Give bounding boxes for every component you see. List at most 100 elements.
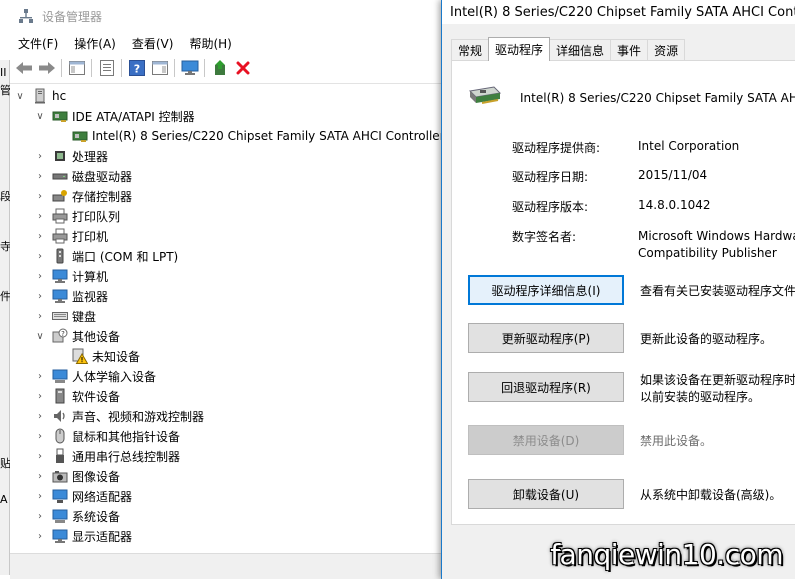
chevron-right-icon[interactable]: › bbox=[34, 506, 46, 526]
title-bar: 设备管理器 bbox=[10, 0, 445, 32]
chevron-right-icon[interactable]: › bbox=[34, 286, 46, 306]
tree-category-label: 监视器 bbox=[72, 289, 109, 304]
tree-category[interactable]: › 处理器 bbox=[34, 146, 108, 166]
help-icon[interactable]: ? bbox=[125, 57, 148, 79]
tree-category[interactable]: › 人体学输入设备 bbox=[34, 366, 156, 386]
show-hide-console-tree-icon[interactable] bbox=[65, 57, 88, 79]
chevron-right-icon[interactable]: › bbox=[34, 206, 46, 226]
menu-help[interactable]: 帮助(H) bbox=[181, 35, 239, 52]
tree-category[interactable]: › 磁盘驱动器 bbox=[34, 166, 132, 186]
disk-drive-icon bbox=[52, 168, 68, 184]
tab-resources[interactable]: 资源 bbox=[647, 39, 686, 61]
update-driver-icon[interactable] bbox=[208, 57, 231, 79]
update-driver-button[interactable]: 更新驱动程序(P) bbox=[468, 323, 624, 353]
field-value: Intel Corporation bbox=[638, 139, 740, 153]
tree-root[interactable]: ∨ hc bbox=[14, 86, 66, 106]
tree-category[interactable]: ∨ IDE ATA/ATAPI 控制器 bbox=[34, 106, 194, 126]
tab-strip: 常规 驱动程序 详细信息 事件 资源 bbox=[451, 37, 686, 61]
tree-category[interactable]: › 网络适配器 bbox=[34, 486, 132, 506]
chevron-right-icon[interactable]: › bbox=[34, 466, 46, 486]
tree-category[interactable]: › 图像设备 bbox=[34, 466, 120, 486]
chevron-right-icon[interactable]: › bbox=[34, 526, 46, 546]
tab-details[interactable]: 详细信息 bbox=[549, 39, 612, 61]
chevron-right-icon[interactable]: › bbox=[34, 246, 46, 266]
forward-arrow-icon[interactable] bbox=[35, 57, 58, 79]
chevron-right-icon[interactable]: › bbox=[34, 366, 46, 386]
uninstall-device-button[interactable]: 卸载设备(U) bbox=[468, 479, 624, 509]
computer-monitor-icon[interactable] bbox=[178, 57, 201, 79]
tree-root-label: hc bbox=[52, 89, 67, 103]
desc-line: 以前安装的驱动程序。 bbox=[640, 390, 761, 404]
tree-device[interactable]: 未知设备 bbox=[54, 346, 140, 366]
unknown-device-warning-icon bbox=[72, 348, 88, 364]
hid-icon bbox=[52, 368, 68, 384]
system-device-icon bbox=[52, 508, 68, 524]
chevron-right-icon[interactable]: › bbox=[34, 446, 46, 466]
computer-icon bbox=[52, 268, 68, 284]
chevron-down-icon[interactable]: ∨ bbox=[34, 106, 46, 126]
tree-category[interactable]: › 存储控制器 bbox=[34, 186, 132, 206]
background-fragment: 寺 bbox=[0, 240, 10, 253]
tree-category[interactable]: › 监视器 bbox=[34, 286, 108, 306]
menu-file[interactable]: 文件(F) bbox=[10, 35, 66, 52]
chevron-right-icon[interactable]: › bbox=[34, 426, 46, 446]
tree-category[interactable]: › 声音、视频和游戏控制器 bbox=[34, 406, 204, 426]
site-watermark: fanqiewin10.com bbox=[550, 538, 783, 571]
chevron-right-icon[interactable]: › bbox=[34, 486, 46, 506]
tree-category[interactable]: › 鼠标和其他指针设备 bbox=[34, 426, 180, 446]
tree-category-label: 计算机 bbox=[72, 269, 109, 284]
tree-category[interactable]: › 键盘 bbox=[34, 306, 96, 326]
field-label: 数字签名者: bbox=[512, 230, 577, 244]
tree-category[interactable]: ∨ ? 其他设备 bbox=[34, 326, 120, 346]
device-header: Intel(R) 8 Series/C220 Chipset Family SA… bbox=[468, 83, 795, 112]
imaging-device-icon bbox=[52, 468, 68, 484]
chevron-down-icon[interactable]: ∨ bbox=[34, 326, 46, 346]
roll-back-driver-button[interactable]: 回退驱动程序(R) bbox=[468, 372, 624, 402]
port-icon bbox=[52, 248, 68, 264]
menu-view[interactable]: 查看(V) bbox=[124, 35, 182, 52]
usb-icon bbox=[52, 448, 68, 464]
signer-line-1: Microsoft Windows Hardware bbox=[638, 229, 795, 243]
field-label: 驱动程序提供商: bbox=[512, 141, 601, 155]
field-value: 14.8.0.1042 bbox=[638, 198, 711, 212]
chevron-right-icon[interactable]: › bbox=[34, 266, 46, 286]
chevron-right-icon[interactable]: › bbox=[34, 186, 46, 206]
tab-general[interactable]: 常规 bbox=[451, 39, 490, 61]
roll-back-driver-desc: 如果该设备在更新驱动程序时失败，则回退到 以前安装的驱动程序。 bbox=[640, 372, 795, 406]
device-properties-dialog: Intel(R) 8 Series/C220 Chipset Family SA… bbox=[441, 0, 795, 579]
background-fragment: A bbox=[0, 493, 8, 506]
tree-category[interactable]: › 软件设备 bbox=[34, 386, 120, 406]
tree-category[interactable]: › 端口 (COM 和 LPT) bbox=[34, 246, 178, 266]
toolbar: ? bbox=[10, 55, 445, 81]
background-fragment: 段 bbox=[0, 190, 10, 203]
chevron-right-icon[interactable]: › bbox=[34, 226, 46, 246]
chevron-right-icon[interactable]: › bbox=[34, 406, 46, 426]
driver-details-button[interactable]: 驱动程序详细信息(I) bbox=[468, 275, 624, 305]
chevron-right-icon[interactable]: › bbox=[34, 306, 46, 326]
disable-device-button[interactable]: 禁用设备(D) bbox=[468, 425, 624, 455]
tree-category[interactable]: › 打印机 bbox=[34, 226, 108, 246]
background-fragment: 件 bbox=[0, 290, 10, 303]
tab-events[interactable]: 事件 bbox=[610, 39, 649, 61]
back-arrow-icon[interactable] bbox=[12, 57, 35, 79]
toolbar-separator bbox=[61, 59, 62, 77]
desc-line: 如果该设备在更新驱动程序时失败，则回退到 bbox=[640, 373, 795, 387]
tree-category[interactable]: › 通用串行总线控制器 bbox=[34, 446, 180, 466]
properties-icon[interactable] bbox=[95, 57, 118, 79]
tree-category[interactable]: › 系统设备 bbox=[34, 506, 120, 526]
uninstall-red-x-icon[interactable] bbox=[231, 57, 254, 79]
chevron-down-icon[interactable]: ∨ bbox=[14, 86, 26, 106]
tree-device[interactable]: Intel(R) 8 Series/C220 Chipset Family SA… bbox=[54, 126, 445, 146]
tree-category[interactable]: › 计算机 bbox=[34, 266, 108, 286]
tree-category[interactable]: › 打印队列 bbox=[34, 206, 120, 226]
tree-category-label: 处理器 bbox=[72, 149, 109, 164]
chevron-right-icon[interactable]: › bbox=[34, 386, 46, 406]
sata-controller-icon bbox=[468, 83, 502, 112]
chevron-right-icon[interactable]: › bbox=[34, 166, 46, 186]
keyboard-icon bbox=[52, 308, 68, 324]
show-action-pane-icon[interactable] bbox=[148, 57, 171, 79]
tree-category[interactable]: › 显示适配器 bbox=[34, 526, 132, 546]
tab-driver[interactable]: 驱动程序 bbox=[488, 37, 551, 61]
chevron-right-icon[interactable]: › bbox=[34, 146, 46, 166]
menu-action[interactable]: 操作(A) bbox=[66, 35, 124, 52]
